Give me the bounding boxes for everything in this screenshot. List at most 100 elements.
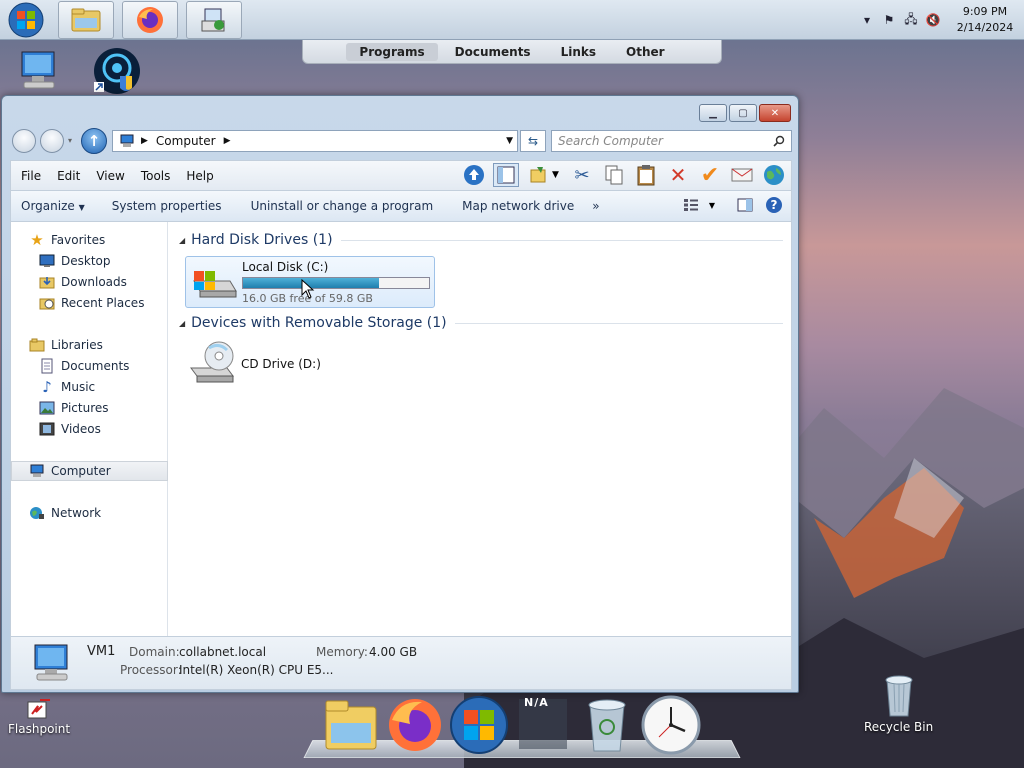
desktop-recycle-bin-icon[interactable]: Recycle Bin	[864, 672, 933, 734]
network-icon[interactable]: 🖧	[903, 12, 919, 28]
nav-videos[interactable]: Videos	[11, 419, 168, 439]
nav-recent-places[interactable]: Recent Places	[11, 293, 168, 313]
toolbar-delete-button[interactable]: ✕	[665, 163, 691, 187]
toolbar-email-button[interactable]	[729, 163, 755, 187]
start-button[interactable]	[4, 1, 48, 39]
change-view-button[interactable]: ▼	[683, 198, 715, 212]
flag-icon[interactable]: ⚑	[881, 12, 897, 28]
clock[interactable]: 9:09 PM 2/14/2024	[950, 4, 1020, 36]
desktop-security-icon[interactable]	[92, 46, 142, 96]
dock-recycle-bin[interactable]	[576, 694, 638, 756]
map-network-drive-button[interactable]: Map network drive	[442, 199, 583, 213]
minimize-button[interactable]: ▁	[699, 104, 727, 122]
dock-network-status[interactable]: N/A	[512, 694, 574, 756]
search-input[interactable]: Search Computer	[558, 134, 663, 148]
organize-button[interactable]: Organize ▼	[11, 199, 94, 213]
toolbar-views-button[interactable]: ▼	[525, 163, 563, 187]
dock-explorer[interactable]	[320, 694, 382, 756]
breadcrumb-chevron-icon[interactable]: ▶	[224, 136, 231, 146]
search-box[interactable]: Search Computer	[551, 130, 792, 152]
drive-c-name: Local Disk (C:)	[242, 260, 329, 274]
nav-desktop[interactable]: Desktop	[11, 251, 168, 271]
desktop-computer-icon[interactable]	[14, 50, 62, 92]
toolbar-cut-button[interactable]: ✂	[569, 163, 595, 187]
back-button[interactable]	[12, 129, 36, 153]
tab-documents[interactable]: Documents	[442, 43, 544, 61]
nav-computer[interactable]: Computer	[11, 461, 168, 481]
forward-button[interactable]	[40, 129, 64, 153]
group-header-removable-storage[interactable]: ◢ Devices with Removable Storage (1)	[179, 315, 783, 331]
breadcrumb-chevron-icon[interactable]: ▶	[141, 136, 148, 146]
firefox-icon	[389, 699, 441, 751]
installer-icon	[201, 8, 225, 32]
dock-firefox[interactable]	[384, 694, 446, 756]
group-header-hard-disk-drives[interactable]: ◢ Hard Disk Drives (1)	[179, 232, 783, 248]
toolbar-paste-button[interactable]	[633, 163, 659, 187]
nav-libraries[interactable]: Libraries	[11, 335, 168, 355]
taskbar-firefox-button[interactable]	[122, 1, 178, 39]
up-arrow-icon	[464, 165, 484, 185]
toolbar-folders-button[interactable]	[493, 163, 519, 187]
folder-views-icon	[530, 167, 546, 183]
uninstall-program-button[interactable]: Uninstall or change a program	[231, 199, 443, 213]
address-bar[interactable]: ▶ Computer ▶ ▼	[112, 130, 518, 152]
toolbar-copy-button[interactable]	[601, 163, 627, 187]
taskbar-installer-button[interactable]	[186, 1, 242, 39]
nav-favorites-label: Favorites	[51, 233, 106, 247]
tab-programs[interactable]: Programs	[346, 42, 438, 61]
address-dropdown-icon[interactable]: ▼	[506, 136, 513, 146]
volume-muted-icon[interactable]: 🔇	[925, 12, 941, 28]
menu-view[interactable]: View	[88, 169, 132, 183]
menu-edit[interactable]: Edit	[49, 169, 88, 183]
dock-start[interactable]	[448, 694, 510, 756]
network-globe-icon	[29, 505, 45, 521]
collapse-triangle-icon: ◢	[179, 235, 186, 245]
menu-tools[interactable]: Tools	[133, 169, 179, 183]
flashpoint-icon	[27, 699, 51, 719]
documents-icon	[39, 358, 55, 374]
chevron-down-icon: ▼	[552, 170, 559, 180]
nav-favorites[interactable]: ★ Favorites	[11, 230, 168, 250]
clock-icon	[641, 695, 701, 755]
close-button[interactable]: ✕	[759, 104, 791, 122]
toolbar-up-button[interactable]	[461, 163, 487, 187]
computer-icon	[21, 51, 55, 89]
nav-downloads-label: Downloads	[61, 275, 127, 289]
recent-pages-chevron-icon[interactable]: ▾	[68, 136, 72, 145]
nav-pictures[interactable]: Pictures	[11, 398, 168, 418]
preview-pane-icon[interactable]	[737, 198, 753, 212]
tab-other[interactable]: Other	[613, 43, 678, 61]
breadcrumb-computer[interactable]: Computer	[156, 134, 216, 148]
menu-help[interactable]: Help	[178, 169, 221, 183]
drive-d-tile[interactable]: CD Drive (D:)	[185, 338, 385, 390]
envelope-icon	[731, 168, 753, 182]
group-divider	[340, 239, 783, 241]
nav-network[interactable]: Network	[11, 503, 168, 523]
desktop-flashpoint-icon[interactable]: Flashpoint	[8, 698, 70, 736]
dock-clock[interactable]	[640, 694, 702, 756]
system-properties-button[interactable]: System properties	[94, 199, 231, 213]
refresh-button[interactable]: ⇆	[520, 130, 546, 152]
toolbar-properties-button[interactable]: ✔	[697, 163, 723, 188]
hard-drive-icon	[193, 271, 237, 298]
toolbar-globe-button[interactable]	[761, 163, 787, 187]
nav-music[interactable]: ♪ Music	[11, 377, 168, 397]
libraries-icon	[29, 337, 45, 353]
taskbar-explorer-button[interactable]	[58, 1, 114, 39]
maximize-button[interactable]: ▢	[729, 104, 757, 122]
flashpoint-label: Flashpoint	[8, 722, 71, 736]
firefox-icon	[137, 7, 163, 33]
group-title: Devices with Removable Storage (1)	[191, 315, 447, 331]
nav-documents[interactable]: Documents	[11, 356, 168, 376]
delete-x-icon: ✕	[669, 163, 687, 187]
computer-icon	[34, 644, 68, 681]
tab-links[interactable]: Links	[548, 43, 609, 61]
nav-downloads[interactable]: Downloads	[11, 272, 168, 292]
menu-file[interactable]: File	[11, 169, 49, 183]
help-icon[interactable]: ?	[765, 196, 783, 214]
pictures-icon	[39, 400, 55, 416]
more-commands-button[interactable]: »	[583, 199, 608, 213]
up-button[interactable]: ↑	[81, 128, 107, 154]
command-bar: Organize ▼ System properties Uninstall o…	[10, 190, 792, 222]
chevron-up-icon[interactable]: ▾	[859, 12, 875, 28]
